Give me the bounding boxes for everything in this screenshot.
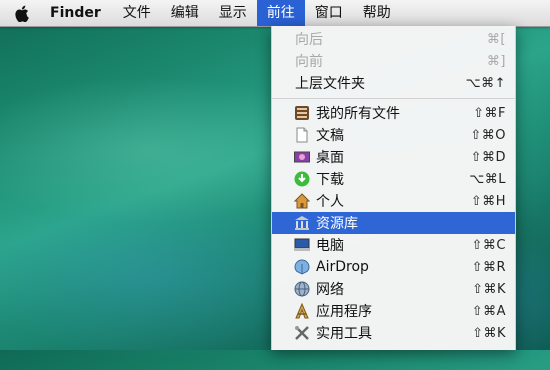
menu-item-label: 应用程序 (316, 304, 372, 320)
menu-go[interactable]: 前往 (256, 0, 305, 26)
menu-item-label: 网络 (316, 282, 344, 298)
home-icon (294, 193, 310, 209)
menu-item-label: 电脑 (316, 238, 344, 254)
menu-item-shortcut: ⇧⌘O (470, 127, 506, 143)
documents-icon (294, 127, 310, 143)
computer-icon (294, 237, 310, 253)
library-icon (294, 215, 310, 231)
go-menu-dropdown: 向后 ⌘[ 向前 ⌘] 上层文件夹 ⌥⌘↑ 我的所有文件 ⇧⌘F 文稿 ⇧⌘O … (271, 26, 516, 350)
menu-item-enclosing-folder[interactable]: 上层文件夹 ⌥⌘↑ (272, 72, 515, 94)
menu-item-label: 下载 (316, 172, 344, 188)
menu-item-label: 资源库 (316, 216, 358, 232)
menu-item-documents[interactable]: 文稿 ⇧⌘O (272, 124, 515, 146)
menu-item-label: AirDrop (316, 259, 369, 275)
menu-help[interactable]: 帮助 (353, 0, 401, 26)
apple-menu-button[interactable] (0, 0, 44, 26)
menu-item-shortcut: ⌥⌘L (469, 171, 506, 187)
network-icon (294, 281, 310, 297)
menu-item-shortcut: ⇧⌘R (471, 259, 506, 275)
menu-item-library[interactable]: 资源库 (272, 212, 515, 234)
menu-item-home[interactable]: 个人 ⇧⌘H (272, 190, 515, 212)
menu-window[interactable]: 窗口 (305, 0, 353, 26)
menu-item-back[interactable]: 向后 ⌘[ (272, 28, 515, 50)
menu-edit[interactable]: 编辑 (161, 0, 209, 26)
menu-view[interactable]: 显示 (209, 0, 257, 26)
menu-item-shortcut: ⇧⌘K (472, 281, 506, 297)
desktop-icon (294, 149, 310, 165)
menu-item-label: 实用工具 (316, 326, 372, 342)
menu-item-downloads[interactable]: 下载 ⌥⌘L (272, 168, 515, 190)
menu-item-shortcut: ⇧⌘F (473, 105, 506, 121)
menu-item-label: 我的所有文件 (316, 106, 400, 122)
menu-item-label: 向后 (295, 32, 323, 48)
menu-item-applications[interactable]: 应用程序 ⇧⌘A (272, 300, 515, 322)
menu-item-shortcut: ⇧⌘H (470, 193, 506, 209)
menu-item-network[interactable]: 网络 ⇧⌘K (272, 278, 515, 300)
menu-item-shortcut: ⇧⌘D (470, 149, 506, 165)
menu-item-all-my-files[interactable]: 我的所有文件 ⇧⌘F (272, 102, 515, 124)
menu-item-computer[interactable]: 电脑 ⇧⌘C (272, 234, 515, 256)
menu-item-label: 向前 (295, 54, 323, 70)
menu-item-shortcut: ⇧⌘A (471, 303, 506, 319)
menu-item-shortcut: ⇧⌘C (471, 237, 506, 253)
menu-item-forward[interactable]: 向前 ⌘] (272, 50, 515, 72)
applications-icon (294, 303, 310, 319)
menu-separator (272, 98, 515, 99)
utilities-icon (294, 325, 310, 341)
menu-item-desktop[interactable]: 桌面 ⇧⌘D (272, 146, 515, 168)
menu-bar: Finder 文件 编辑 显示 前往 窗口 帮助 (0, 0, 550, 27)
apple-logo-icon (15, 5, 29, 22)
menu-item-shortcut: ⌥⌘↑ (465, 75, 506, 91)
all-my-files-icon (294, 105, 310, 121)
menu-item-utilities[interactable]: 实用工具 ⇧⌘K (272, 322, 515, 344)
menu-item-label: 上层文件夹 (295, 76, 365, 92)
menu-file[interactable]: 文件 (113, 0, 161, 26)
menu-item-shortcut: ⇧⌘K (472, 325, 506, 341)
menu-item-shortcut: ⌘] (486, 53, 506, 69)
menu-item-shortcut: ⌘[ (486, 31, 506, 47)
menu-item-label: 桌面 (316, 150, 344, 166)
menu-item-label: 文稿 (316, 128, 344, 144)
menu-finder[interactable]: Finder (44, 0, 113, 26)
menu-item-label: 个人 (316, 194, 344, 210)
downloads-icon (294, 171, 310, 187)
menu-item-airdrop[interactable]: AirDrop ⇧⌘R (272, 256, 515, 278)
airdrop-icon (294, 259, 310, 275)
